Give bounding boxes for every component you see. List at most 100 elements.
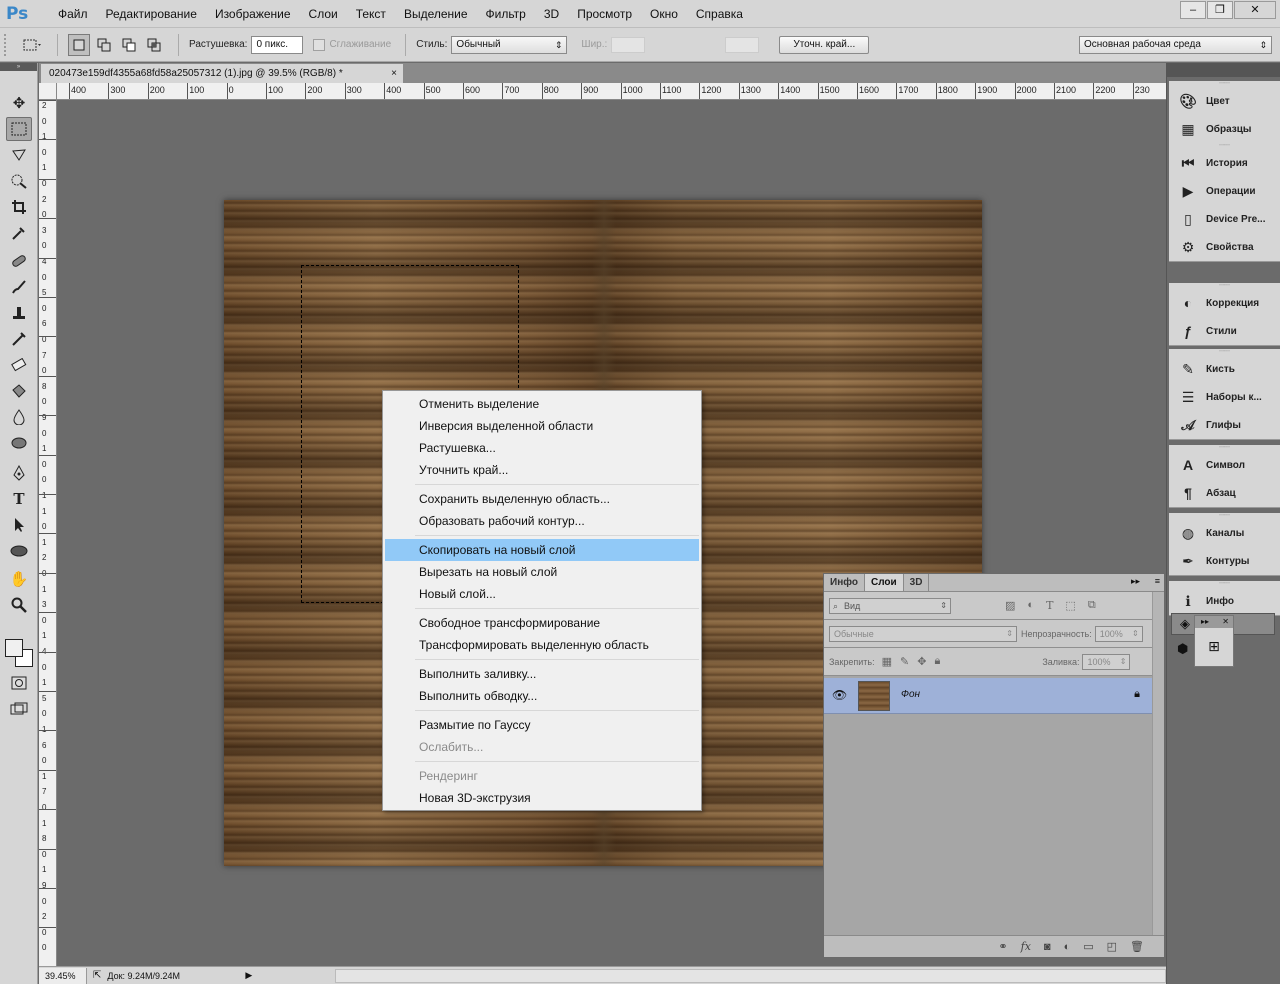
- context-menu-item[interactable]: Свободное трансформирование: [385, 612, 699, 634]
- dock-item[interactable]: ⚙︎ Свойства: [1169, 233, 1280, 261]
- dock-item[interactable]: ¶ Абзац: [1169, 479, 1280, 507]
- feather-input[interactable]: 0 пикс.: [251, 35, 304, 54]
- filter-shape-icon[interactable]: ⬚: [1065, 599, 1075, 612]
- context-menu-item[interactable]: Растушевка...: [385, 437, 699, 459]
- dock-item[interactable]: ☰ Наборы к...: [1169, 383, 1280, 411]
- ruler-origin[interactable]: [39, 83, 57, 100]
- clone-stamp-tool-icon[interactable]: [6, 301, 32, 325]
- fill-input[interactable]: 100%: [1082, 653, 1131, 670]
- path-selection-tool-icon[interactable]: [6, 513, 32, 537]
- tool-preset-picker[interactable]: [22, 34, 44, 56]
- style-select[interactable]: Обычный: [451, 35, 568, 54]
- move-tool-icon[interactable]: ✥: [6, 91, 32, 115]
- document-tab[interactable]: 020473e159df4355a68fd58a25057312 (1).jpg…: [41, 64, 403, 83]
- panel-collapse-icon[interactable]: ▸▸: [1131, 576, 1140, 587]
- dock-item[interactable]: ◍ Каналы: [1169, 519, 1280, 547]
- dock-item[interactable]: ▯ Device Pre...: [1169, 205, 1280, 233]
- 3d-cube-icon[interactable]: ⬢: [1177, 641, 1188, 657]
- dock-item[interactable]: ℹ︎ Инфо: [1169, 587, 1280, 615]
- dock-header[interactable]: [1167, 63, 1280, 77]
- new-selection-button[interactable]: [68, 33, 90, 56]
- context-menu-item[interactable]: Скопировать на новый слой: [385, 539, 699, 561]
- lock-all-icon[interactable]: 🔒︎: [934, 655, 940, 668]
- dock-item[interactable]: A Символ: [1169, 451, 1280, 479]
- menu-item[interactable]: Фильтр: [478, 0, 536, 28]
- filter-adjustment-icon[interactable]: ◐: [1027, 599, 1034, 612]
- status-menu-arrow-icon[interactable]: ▶: [245, 970, 252, 981]
- menu-item[interactable]: Изображение: [207, 0, 301, 28]
- width-input[interactable]: [611, 36, 646, 53]
- add-mask-icon[interactable]: ◙: [1044, 941, 1051, 953]
- layer-filter-select[interactable]: ⌕ Вид: [829, 597, 951, 614]
- context-menu-item[interactable]: Выполнить обводку...: [385, 685, 699, 707]
- context-menu-item[interactable]: Новая 3D-экструзия: [385, 787, 699, 809]
- context-menu-item[interactable]: Сохранить выделенную область...: [385, 488, 699, 510]
- document-tab-close-icon[interactable]: ×: [391, 64, 397, 83]
- new-layer-icon[interactable]: ◰: [1107, 940, 1117, 953]
- context-menu-item[interactable]: Выполнить заливку...: [385, 663, 699, 685]
- delete-layer-icon[interactable]: 🗑︎: [1130, 940, 1144, 953]
- healing-brush-tool-icon[interactable]: [6, 249, 32, 273]
- status-share-icon[interactable]: ⇱: [93, 970, 101, 981]
- new-group-icon[interactable]: ▭: [1083, 940, 1093, 953]
- layer-style-icon[interactable]: fx: [1021, 940, 1031, 953]
- tab-info[interactable]: Инфо: [824, 574, 865, 591]
- context-menu-item[interactable]: Инверсия выделенной области: [385, 415, 699, 437]
- workspace-select[interactable]: Основная рабочая среда: [1079, 35, 1272, 54]
- context-menu-item[interactable]: Вырезать на новый слой: [385, 561, 699, 583]
- context-menu-item[interactable]: Отменить выделение: [385, 393, 699, 415]
- subtract-selection-button[interactable]: [118, 34, 140, 56]
- add-to-selection-button[interactable]: [93, 34, 115, 56]
- lock-position-icon[interactable]: ✥: [917, 655, 926, 668]
- menu-item[interactable]: Просмотр: [569, 0, 642, 28]
- new-adjustment-icon[interactable]: ◐: [1064, 941, 1071, 953]
- dock-item[interactable]: ⏮︎ История: [1169, 149, 1280, 177]
- crop-tool-icon[interactable]: [6, 195, 32, 219]
- quick-mask-icon[interactable]: [6, 671, 32, 695]
- layer-row-background[interactable]: 👁︎ Фон 🔒︎: [824, 678, 1154, 714]
- menu-item[interactable]: Окно: [642, 0, 688, 28]
- link-layers-icon[interactable]: ⚭: [998, 940, 1007, 953]
- refine-edge-button[interactable]: Уточн. край...: [779, 35, 870, 54]
- brush-tool-icon[interactable]: [6, 275, 32, 299]
- sponge-tool-icon[interactable]: [6, 431, 32, 455]
- vertical-ruler[interactable]: 2010102030405060708090100110120130140150…: [39, 100, 57, 966]
- tab-3d[interactable]: 3D: [904, 574, 930, 591]
- type-tool-icon[interactable]: T: [6, 487, 32, 511]
- context-menu-item[interactable]: Трансформировать выделенную область: [385, 634, 699, 656]
- context-menu-item[interactable]: Уточнить край...: [385, 459, 699, 481]
- context-menu-item[interactable]: Новый слой...: [385, 583, 699, 605]
- mini-panel-close-icon[interactable]: ✕: [1222, 616, 1229, 628]
- foreground-color-swatch[interactable]: [5, 639, 23, 657]
- hand-tool-icon[interactable]: ✋: [6, 567, 32, 591]
- dock-item[interactable]: ▦ Образцы: [1169, 115, 1280, 143]
- close-button[interactable]: ✕: [1234, 1, 1276, 19]
- menu-item[interactable]: Файл: [50, 0, 98, 28]
- mini-panel-header[interactable]: ▸▸ ✕: [1195, 616, 1233, 628]
- zoom-level-field[interactable]: 39.45%: [39, 967, 87, 984]
- intersect-selection-button[interactable]: [143, 34, 165, 56]
- minimize-button[interactable]: –: [1180, 1, 1206, 19]
- layers-scrollbar[interactable]: [1152, 592, 1164, 937]
- toolbar-collapse[interactable]: »: [0, 63, 37, 71]
- dock-item[interactable]: ✒︎ Контуры: [1169, 547, 1280, 575]
- filter-smart-object-icon[interactable]: ⧉: [1088, 599, 1096, 612]
- eraser-tool-icon[interactable]: [6, 353, 32, 377]
- context-menu-item[interactable]: Размытие по Гауссу: [385, 714, 699, 736]
- filter-pixel-icon[interactable]: ▨: [1005, 599, 1015, 612]
- antialias-checkbox[interactable]: [313, 38, 326, 51]
- dock-item[interactable]: 𝒜 Глифы: [1169, 411, 1280, 439]
- opacity-input[interactable]: 100%: [1094, 625, 1143, 642]
- dock-item[interactable]: ◐ Коррекция: [1169, 289, 1280, 317]
- menu-item[interactable]: Текст: [348, 0, 396, 28]
- visibility-eye-icon[interactable]: 👁︎: [832, 688, 847, 702]
- height-input[interactable]: [725, 36, 760, 53]
- restore-button[interactable]: ❐: [1207, 1, 1233, 19]
- dock-item[interactable]: ƒ Стили: [1169, 317, 1280, 345]
- screen-mode-icon[interactable]: [6, 697, 32, 721]
- menu-item[interactable]: Редактирование: [98, 0, 207, 28]
- dock-item[interactable]: 🎨︎ Цвет: [1169, 87, 1280, 115]
- layer-lock-icon[interactable]: 🔒︎: [1134, 688, 1140, 701]
- layer-comps-icon[interactable]: ⊞: [1195, 628, 1233, 664]
- menu-item[interactable]: 3D: [536, 0, 569, 28]
